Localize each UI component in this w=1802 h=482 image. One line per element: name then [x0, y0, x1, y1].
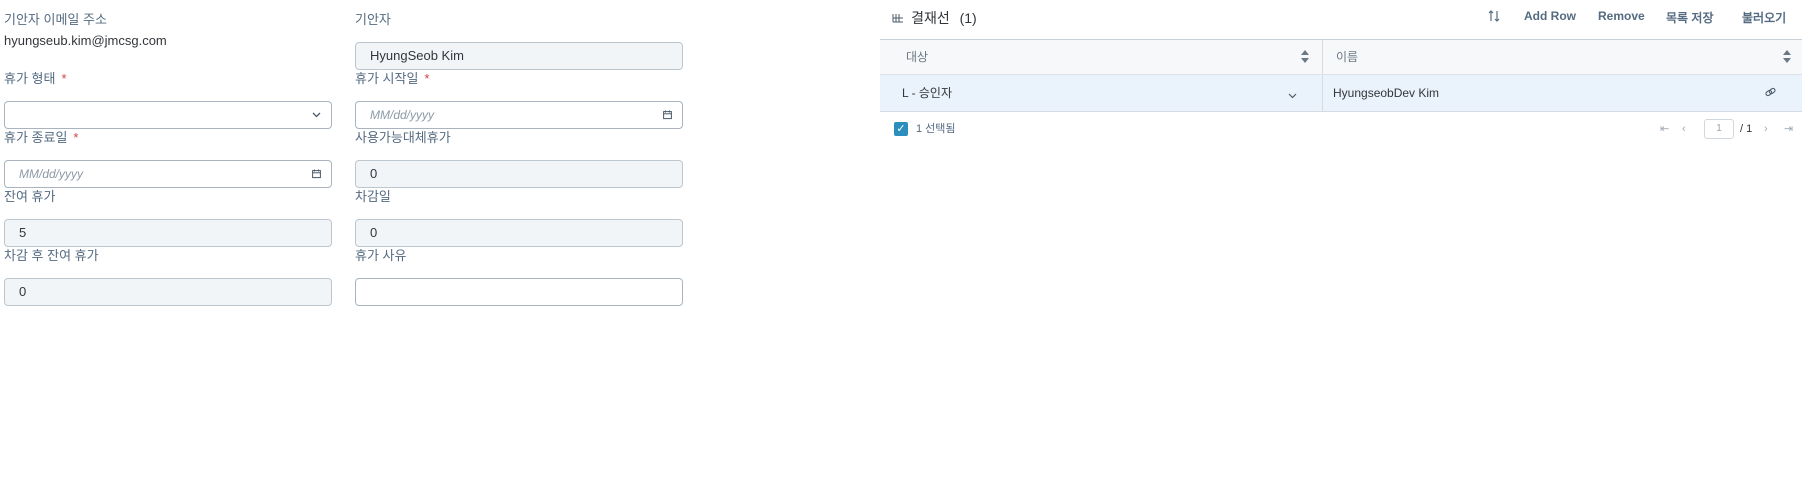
sort-icon[interactable] [1301, 50, 1309, 64]
column-divider [1322, 75, 1323, 111]
requester-field: 기안자 HyungSeob Kim [355, 11, 683, 70]
available-substitute-leave-field: 사용가능대체휴가 0 [355, 129, 683, 188]
requester-email-field: 기안자 이메일 주소 hyungseub.kim@jmcsg.com [4, 11, 334, 48]
panel-title-text: 결재선 [911, 10, 950, 26]
last-page-icon[interactable]: ⇥ [1784, 121, 1793, 137]
deduction-days-input[interactable]: 0 [355, 219, 683, 247]
requester-label: 기안자 [355, 12, 391, 27]
leave-start-placeholder: MM/dd/yyyy [370, 108, 435, 122]
save-list-button[interactable]: 목록 저장 [1666, 9, 1714, 26]
sort-icon[interactable] [1783, 50, 1791, 64]
leave-end-field: 휴가 종료일 * MM/dd/yyyy [4, 129, 332, 188]
requester-email-label: 기안자 이메일 주소 [4, 12, 107, 27]
remaining-leave-label: 잔여 휴가 [4, 189, 56, 204]
leave-reason-label: 휴가 사유 [355, 248, 407, 263]
table-row[interactable]: L - 승인자 HyungseobDev Kim [880, 75, 1802, 112]
row-target-value[interactable]: L - 승인자 [902, 75, 952, 111]
leave-end-label: 휴가 종료일 * [4, 129, 332, 147]
previous-page-icon[interactable]: ‹ [1682, 121, 1686, 137]
deduction-days-value: 0 [370, 225, 378, 240]
remaining-after-deduction-value: 0 [19, 284, 27, 299]
column-header-name[interactable]: 이름 [1336, 40, 1358, 74]
leave-start-date-input[interactable]: MM/dd/yyyy [355, 101, 683, 129]
leave-type-label-text: 휴가 형태 [4, 71, 56, 86]
remaining-after-deduction-field: 차감 후 잔여 휴가 0 [4, 247, 332, 306]
page-input[interactable]: 1 [1704, 119, 1734, 139]
remaining-after-deduction-input[interactable]: 0 [4, 278, 332, 306]
leave-request-form: 기안자 이메일 주소 hyungseub.kim@jmcsg.com 기안자 H… [0, 0, 800, 482]
leave-start-field: 휴가 시작일 * MM/dd/yyyy [355, 70, 683, 129]
required-mark: * [61, 71, 67, 86]
remaining-leave-value: 5 [19, 225, 27, 240]
sort-icon[interactable] [1488, 9, 1500, 26]
available-substitute-leave-label: 사용가능대체휴가 [355, 130, 451, 145]
table-header: 대상 이름 [880, 40, 1802, 75]
remaining-leave-input[interactable]: 5 [4, 219, 332, 247]
required-mark: * [73, 130, 79, 145]
remaining-leave-field: 잔여 휴가 5 [4, 188, 332, 247]
deduction-days-label: 차감일 [355, 189, 391, 204]
requester-value: HyungSeob Kim [370, 48, 464, 63]
leave-reason-input[interactable] [355, 278, 683, 306]
next-page-icon[interactable]: › [1764, 121, 1768, 137]
page-total: / 1 [1740, 123, 1753, 135]
available-substitute-leave-input[interactable]: 0 [355, 160, 683, 188]
leave-type-select[interactable] [4, 101, 332, 129]
remove-button[interactable]: Remove [1598, 9, 1645, 23]
approval-line-panel: 결재선 (1) Add Row Remove 목록 저장 불러오기 대상 이름 … [880, 0, 1802, 482]
deduction-days-field: 차감일 0 [355, 188, 683, 247]
leave-start-label-text: 휴가 시작일 [355, 71, 419, 86]
table-icon [892, 14, 907, 26]
select-all-checkbox[interactable]: ✓ [894, 122, 908, 136]
leave-end-date-input[interactable]: MM/dd/yyyy [4, 160, 332, 188]
chevron-down-icon[interactable] [1288, 80, 1297, 116]
requester-email-value: hyungseub.kim@jmcsg.com [4, 33, 167, 48]
requester-input[interactable]: HyungSeob Kim [355, 42, 683, 70]
panel-title: 결재선 (1) [892, 8, 977, 28]
leave-type-field: 휴가 형태 * [4, 70, 332, 129]
panel-count: (1) [959, 10, 977, 26]
column-header-target[interactable]: 대상 [906, 40, 928, 74]
row-name-value[interactable]: HyungseobDev Kim [1333, 75, 1439, 111]
column-divider[interactable] [1322, 40, 1323, 74]
leave-end-label-text: 휴가 종료일 [4, 130, 68, 145]
leave-start-label: 휴가 시작일 * [355, 70, 683, 88]
table-footer: ✓ 1 선택됨 ⇤ ‹ 1 / 1 › ⇥ [880, 112, 1802, 146]
remaining-after-deduction-label: 차감 후 잔여 휴가 [4, 248, 99, 263]
required-mark: * [424, 71, 430, 86]
leave-reason-field: 휴가 사유 [355, 247, 683, 306]
add-row-button[interactable]: Add Row [1524, 9, 1576, 23]
first-page-icon[interactable]: ⇤ [1660, 121, 1669, 137]
available-substitute-leave-value: 0 [370, 166, 378, 181]
link-icon[interactable] [1765, 75, 1776, 111]
selected-count: 1 선택됨 [916, 123, 956, 135]
load-button[interactable]: 불러오기 [1742, 9, 1786, 26]
leave-type-label: 휴가 형태 * [4, 70, 332, 88]
leave-end-placeholder: MM/dd/yyyy [19, 167, 84, 181]
